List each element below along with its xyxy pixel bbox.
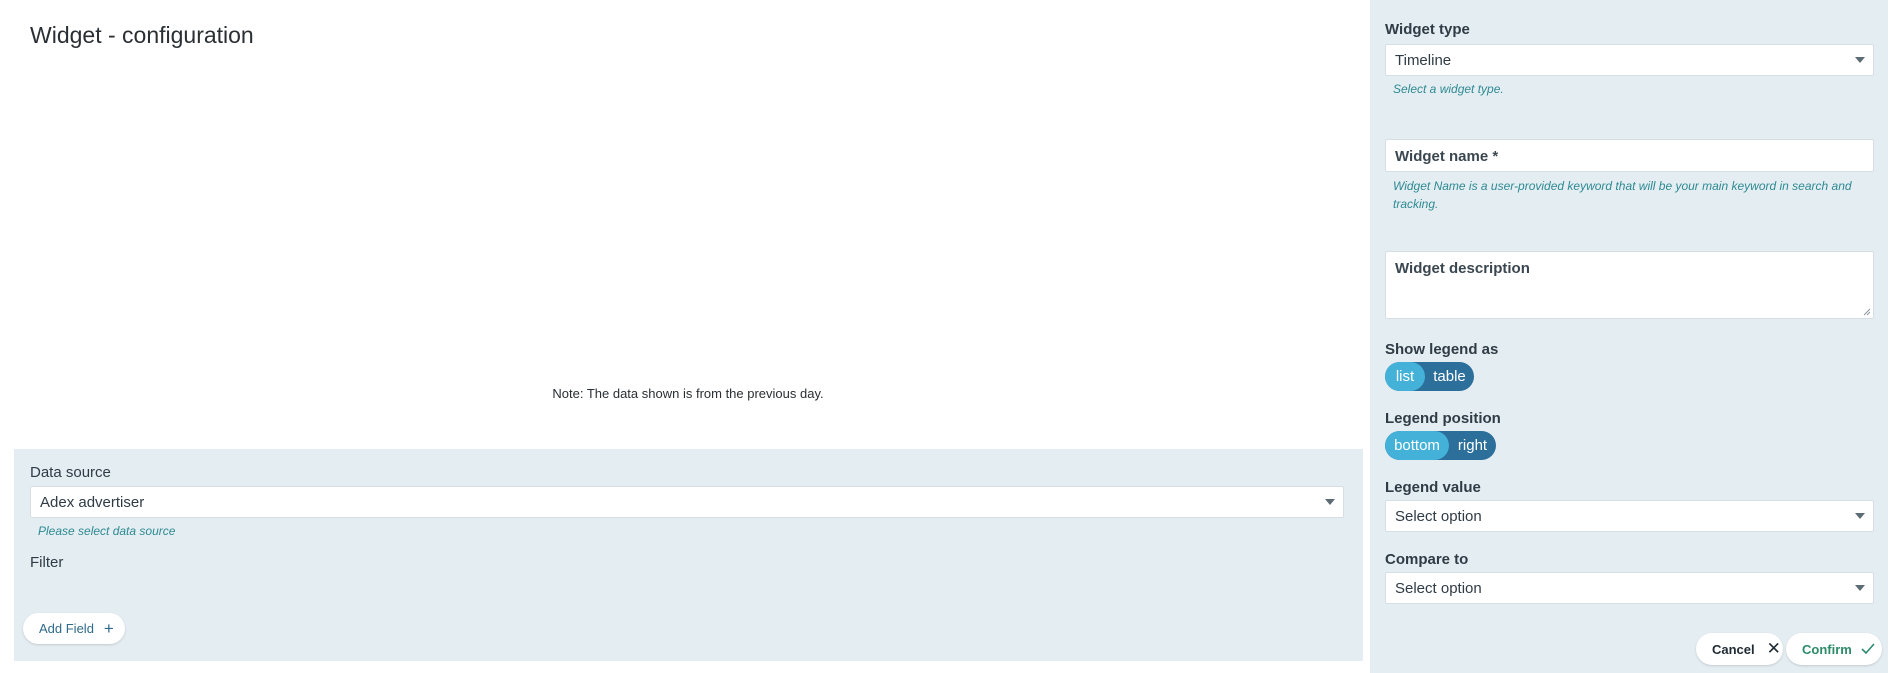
close-icon: ✕ [1766, 639, 1781, 658]
widget-description-placeholder: Widget description [1395, 260, 1530, 277]
chevron-down-icon [1325, 499, 1335, 505]
add-field-button[interactable]: Add Field + [23, 613, 125, 644]
show-legend-as-label: Show legend as [1385, 341, 1499, 358]
legend-value-label: Legend value [1385, 479, 1481, 496]
chevron-down-icon [1855, 513, 1865, 519]
plus-icon: + [103, 619, 114, 638]
compare-to-value: Select option [1395, 579, 1482, 597]
page-title: Widget - configuration [30, 22, 254, 48]
data-source-select[interactable]: Adex advertiser [30, 486, 1344, 518]
preview-note: Note: The data shown is from the previou… [552, 386, 824, 401]
settings-panel: Widget type Timeline Select a widget typ… [1370, 0, 1888, 673]
show-legend-as-toggle[interactable]: list table [1385, 362, 1474, 391]
compare-to-label: Compare to [1385, 551, 1469, 568]
legend-position-label: Legend position [1385, 410, 1501, 427]
widget-type-label: Widget type [1385, 21, 1470, 38]
widget-name-hint: Widget Name is a user-provided keyword t… [1393, 179, 1852, 211]
chevron-down-icon [1855, 57, 1865, 63]
compare-to-select[interactable]: Select option [1385, 572, 1874, 604]
data-source-hint: Please select data source [38, 524, 176, 538]
legend-position-bottom[interactable]: bottom [1385, 431, 1449, 460]
cancel-button[interactable]: Cancel ✕ [1696, 633, 1783, 665]
resize-grip-icon[interactable] [1863, 308, 1871, 316]
widget-type-hint: Select a widget type. [1393, 82, 1504, 96]
legend-value-select[interactable]: Select option [1385, 500, 1874, 532]
legend-value-value: Select option [1395, 507, 1482, 525]
data-source-value: Adex advertiser [40, 493, 145, 511]
confirm-button[interactable]: Confirm [1786, 633, 1882, 665]
check-icon [1861, 643, 1875, 655]
legend-option-table[interactable]: table [1425, 362, 1474, 391]
widget-name-placeholder: Widget name * [1395, 148, 1499, 165]
data-source-label: Data source [30, 464, 111, 481]
chevron-down-icon [1855, 585, 1865, 591]
legend-option-list[interactable]: list [1385, 362, 1425, 391]
legend-position-right[interactable]: right [1449, 431, 1496, 460]
cancel-label: Cancel [1712, 641, 1755, 657]
legend-position-toggle[interactable]: bottom right [1385, 431, 1496, 460]
widget-type-value: Timeline [1395, 51, 1452, 69]
data-source-panel: Data source Adex advertiser Please selec… [14, 449, 1363, 661]
filter-label: Filter [30, 554, 64, 571]
widget-type-select[interactable]: Timeline [1385, 44, 1874, 76]
widget-name-field[interactable]: Widget name * [1385, 139, 1874, 172]
confirm-label: Confirm [1802, 641, 1852, 657]
widget-description-field[interactable]: Widget description [1385, 251, 1874, 319]
add-field-label: Add Field [39, 621, 94, 636]
